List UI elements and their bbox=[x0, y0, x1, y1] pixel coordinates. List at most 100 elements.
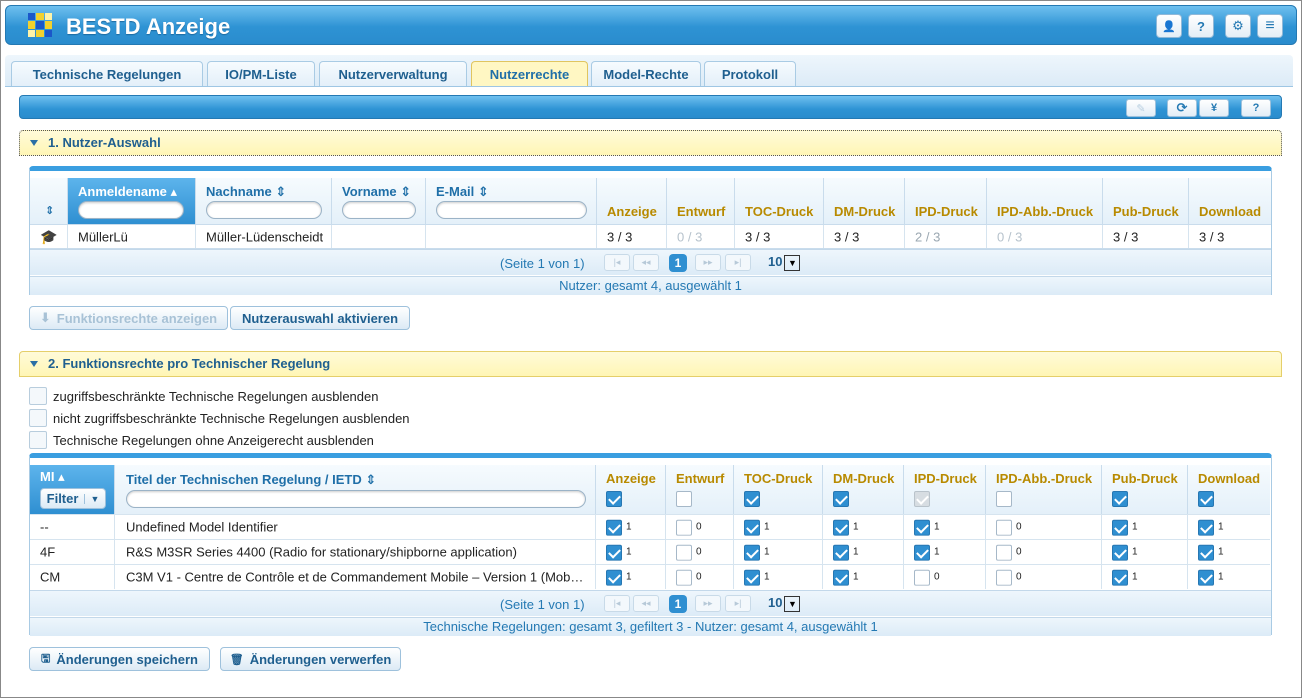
discard-changes-button[interactable]: 🗑 Änderungen verwerfen bbox=[220, 647, 401, 671]
option-hide-unrestricted[interactable]: nicht zugriffsbeschränkte Technische Reg… bbox=[29, 409, 410, 427]
right-checkbox[interactable] bbox=[914, 544, 930, 561]
right-checkbox[interactable] bbox=[1198, 569, 1214, 586]
currency-button[interactable]: ¥ bbox=[1199, 99, 1229, 117]
refresh-button[interactable]: ⟳ bbox=[1167, 99, 1197, 117]
rows-per-page-select[interactable]: 10 ▼ bbox=[768, 254, 801, 271]
sort-column-header[interactable]: ⇕ bbox=[30, 178, 68, 224]
select-all-checkbox[interactable] bbox=[914, 491, 930, 507]
right-checkbox[interactable] bbox=[996, 544, 1012, 561]
anmeldename-filter-input[interactable] bbox=[78, 201, 184, 219]
right-checkbox[interactable] bbox=[676, 569, 692, 586]
col-entwurf: Entwurf bbox=[666, 465, 734, 514]
col-vorname[interactable]: Vorname ⇕ bbox=[332, 178, 426, 224]
right-checkbox[interactable] bbox=[1198, 519, 1214, 536]
right-checkbox[interactable] bbox=[1112, 544, 1128, 561]
right-checkbox[interactable] bbox=[833, 519, 849, 536]
show-function-rights-button[interactable]: ⬇ Funktionsrechte anzeigen bbox=[29, 306, 228, 330]
settings-button[interactable]: ⚙ bbox=[1225, 14, 1251, 38]
save-changes-button[interactable]: 🖫 Änderungen speichern bbox=[29, 647, 210, 671]
edit-button[interactable]: ✎ bbox=[1126, 99, 1156, 117]
right-checkbox[interactable] bbox=[676, 519, 692, 536]
right-checkbox[interactable] bbox=[833, 569, 849, 586]
current-page-button[interactable]: 1 bbox=[669, 254, 687, 272]
select-all-checkbox[interactable] bbox=[744, 491, 760, 507]
tab-protokoll[interactable]: Protokoll bbox=[704, 61, 796, 86]
first-page-button[interactable]: |◂ bbox=[604, 254, 630, 271]
table-row[interactable]: 🎓 MüllerLü Müller-Lüdenscheidt 3 / 3 0 /… bbox=[30, 224, 1271, 249]
next-page-button[interactable]: ▸▸ bbox=[695, 254, 721, 271]
tab-io-pm-liste[interactable]: IO/PM-Liste bbox=[207, 61, 315, 86]
current-page-button[interactable]: 1 bbox=[669, 595, 687, 613]
email-filter-input[interactable] bbox=[436, 201, 587, 219]
section-user-selection[interactable]: 1. Nutzer-Auswahl bbox=[19, 130, 1282, 156]
right-checkbox[interactable] bbox=[914, 519, 930, 536]
section-title: 1. Nutzer-Auswahl bbox=[48, 135, 161, 150]
activate-user-selection-button[interactable]: Nutzerauswahl aktivieren bbox=[230, 306, 410, 330]
right-count: 1 bbox=[853, 521, 859, 533]
col-vorname-label: Vorname ⇕ bbox=[342, 184, 412, 199]
right-checkbox[interactable] bbox=[1198, 544, 1214, 561]
right-checkbox[interactable] bbox=[606, 544, 622, 561]
select-all-checkbox[interactable] bbox=[606, 491, 622, 507]
right-count: 3 / 3 bbox=[834, 229, 860, 244]
right-checkbox[interactable] bbox=[914, 569, 930, 586]
last-page-button[interactable]: ▸| bbox=[725, 254, 751, 271]
tab-technische-regelungen[interactable]: Technische Regelungen bbox=[11, 61, 203, 86]
right-checkbox[interactable] bbox=[833, 544, 849, 561]
nachname-filter-input[interactable] bbox=[206, 201, 322, 219]
right-checkbox[interactable] bbox=[1112, 569, 1128, 586]
user-button[interactable]: 👤 bbox=[1156, 14, 1182, 38]
rows-per-page-select[interactable]: 10 ▼ bbox=[768, 595, 801, 612]
select-all-checkbox[interactable] bbox=[676, 491, 692, 507]
tab-model-rechte[interactable]: Model-Rechte bbox=[591, 61, 701, 86]
table-row[interactable]: CM C3M V1 - Centre de Contrôle et de Comm… bbox=[30, 564, 1270, 589]
right-checkbox[interactable] bbox=[676, 544, 692, 561]
col-label: Anzeige bbox=[607, 204, 657, 219]
table-row[interactable]: 4F R&S M3SR Series 4400 (Radio for statio… bbox=[30, 539, 1270, 564]
menu-button[interactable]: ≡ bbox=[1257, 14, 1283, 38]
prev-page-button[interactable]: ◂◂ bbox=[633, 254, 659, 271]
help-button[interactable]: ? bbox=[1188, 14, 1214, 38]
right-count: 1 bbox=[1218, 546, 1224, 558]
right-checkbox[interactable] bbox=[744, 569, 760, 586]
select-all-checkbox[interactable] bbox=[1198, 491, 1214, 507]
section-function-rights[interactable]: 2. Funktionsrechte pro Technischer Regel… bbox=[19, 351, 1282, 377]
right-checkbox[interactable] bbox=[1112, 519, 1128, 536]
option-checkbox[interactable] bbox=[29, 431, 47, 449]
right-checkbox[interactable] bbox=[744, 544, 760, 561]
option-checkbox[interactable] bbox=[29, 409, 47, 427]
mi-filter-dropdown[interactable]: Filter ▼ bbox=[40, 488, 106, 509]
select-all-checkbox[interactable] bbox=[833, 491, 849, 507]
button-label: Änderungen speichern bbox=[56, 651, 198, 667]
col-email[interactable]: E-Mail ⇕ bbox=[426, 178, 597, 224]
col-title[interactable]: Titel der Technischen Regelung / IETD ⇕ bbox=[115, 465, 596, 514]
col-mi[interactable]: MI ▴ Filter ▼ bbox=[30, 465, 115, 514]
app-header: BESTD Anzeige 👤 ? ⚙ ≡ bbox=[5, 5, 1297, 45]
tab-nutzerverwaltung[interactable]: Nutzerverwaltung bbox=[319, 61, 467, 86]
right-checkbox[interactable] bbox=[996, 569, 1012, 586]
tab-nutzerrechte[interactable]: Nutzerrechte bbox=[471, 61, 588, 86]
right-count: 0 / 3 bbox=[997, 229, 1023, 244]
col-nachname[interactable]: Nachname ⇕ bbox=[196, 178, 332, 224]
select-all-checkbox[interactable] bbox=[1112, 491, 1128, 507]
col-anmeldename[interactable]: Anmeldename ▴ bbox=[68, 178, 196, 224]
option-hide-no-display[interactable]: Technische Regelungen ohne Anzeigerecht … bbox=[29, 431, 374, 449]
right-checkbox[interactable] bbox=[606, 519, 622, 536]
select-all-checkbox[interactable] bbox=[996, 491, 1012, 507]
next-page-button[interactable]: ▸▸ bbox=[695, 595, 721, 612]
option-hide-restricted[interactable]: zugriffsbeschränkte Technische Regelunge… bbox=[29, 387, 378, 405]
prev-page-button[interactable]: ◂◂ bbox=[633, 595, 659, 612]
right-checkbox[interactable] bbox=[744, 519, 760, 536]
button-label: Nutzerauswahl aktivieren bbox=[241, 310, 399, 326]
right-checkbox[interactable] bbox=[996, 519, 1012, 536]
last-page-button[interactable]: ▸| bbox=[725, 595, 751, 612]
vorname-filter-input[interactable] bbox=[342, 201, 416, 219]
first-page-button[interactable]: |◂ bbox=[604, 595, 630, 612]
right-count: 1 bbox=[1132, 546, 1138, 558]
option-checkbox[interactable] bbox=[29, 387, 47, 405]
right-checkbox[interactable] bbox=[606, 569, 622, 586]
page-help-button[interactable]: ? bbox=[1241, 99, 1271, 117]
user-type-cell: 🎓 bbox=[30, 225, 68, 248]
title-filter-input[interactable] bbox=[126, 490, 586, 508]
table-row[interactable]: -- Undefined Model Identifier 1 0 1 1 1 0 1 1 bbox=[30, 514, 1270, 539]
